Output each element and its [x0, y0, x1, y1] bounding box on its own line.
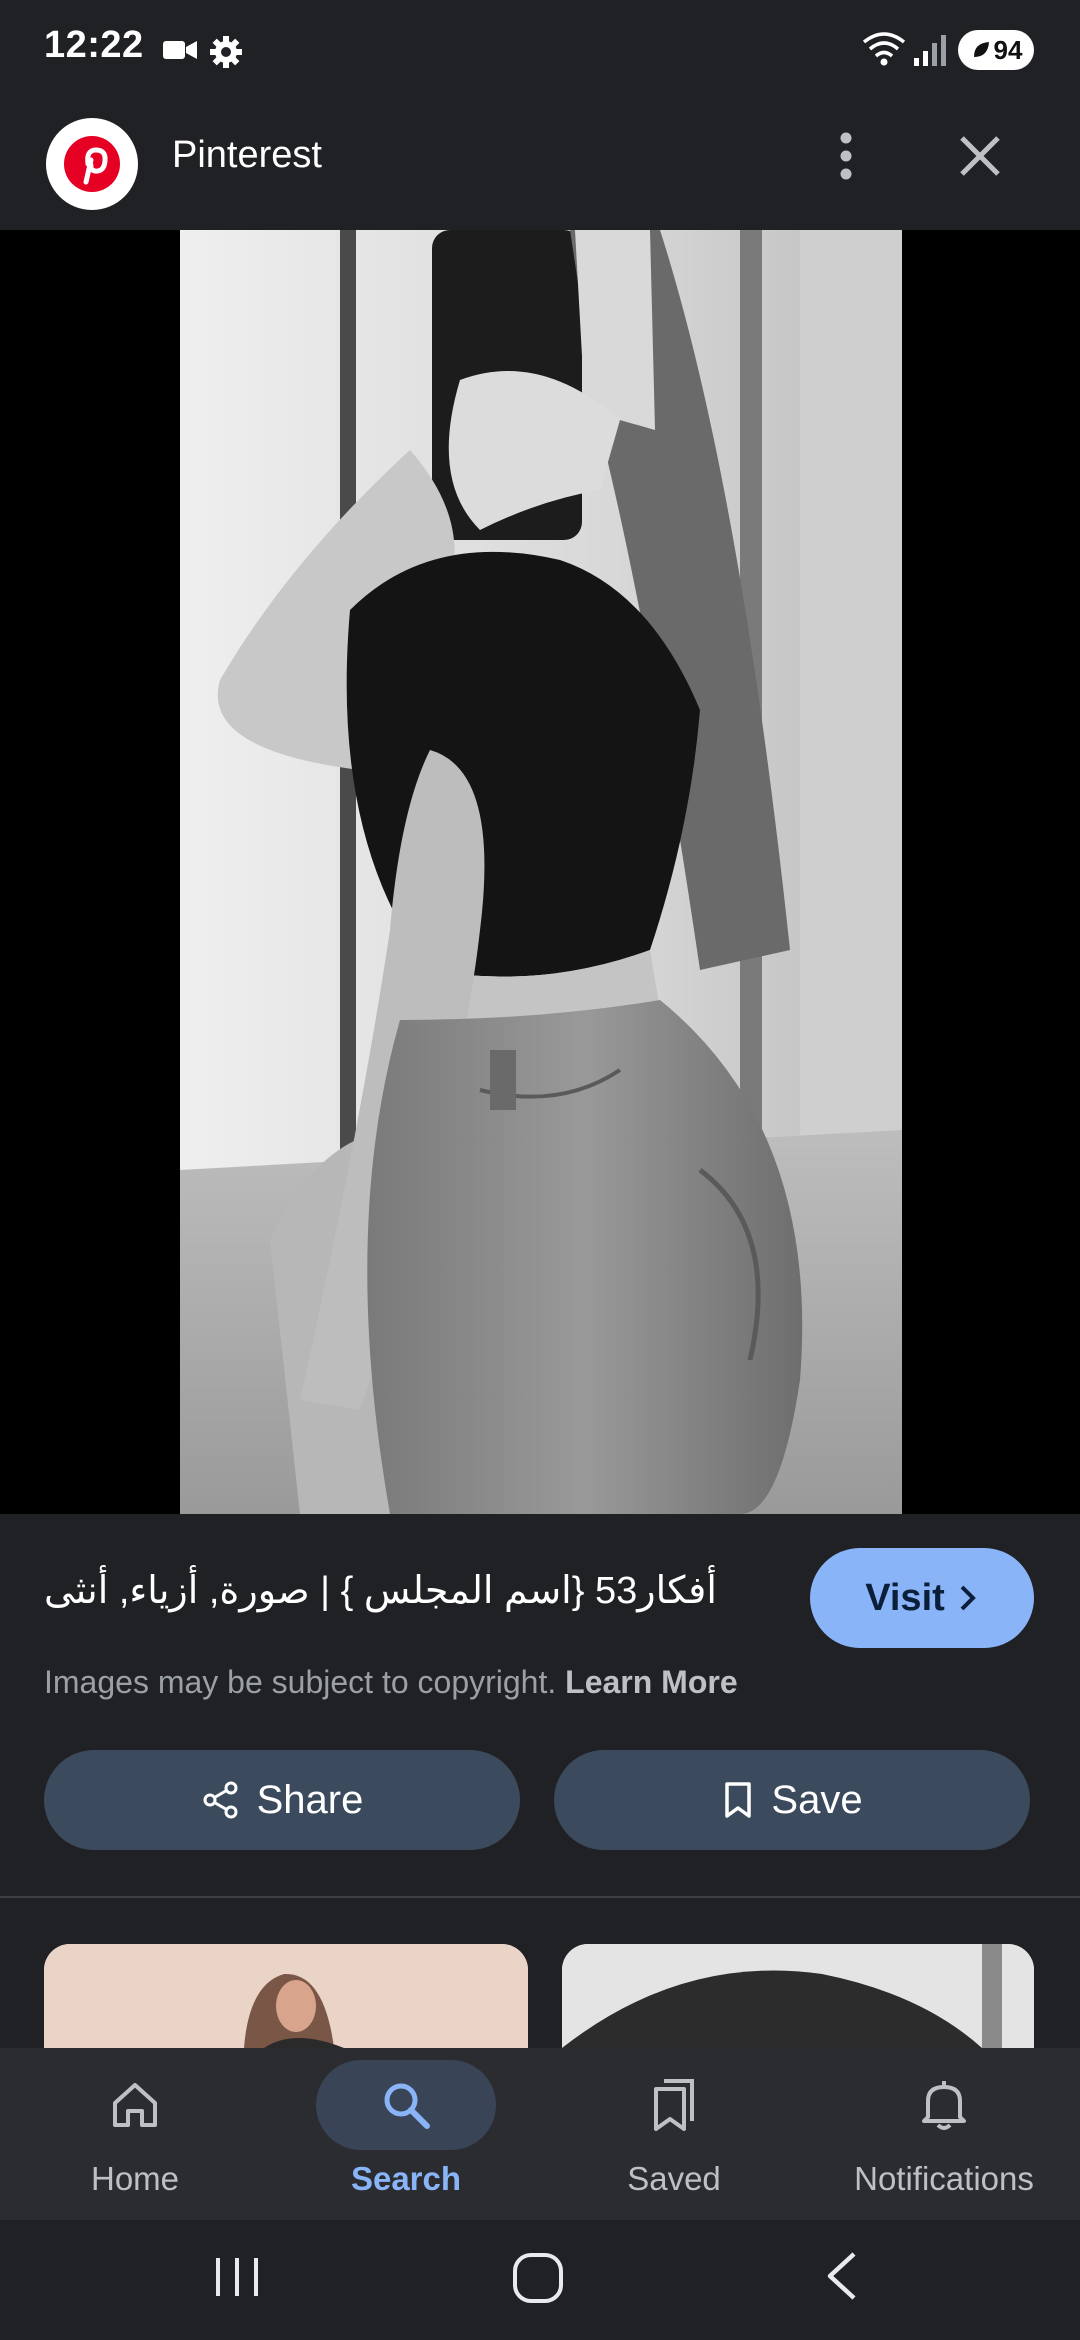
related-result-thumbnail[interactable] — [44, 1944, 528, 2048]
related-result-thumbnail[interactable] — [562, 1944, 1034, 2048]
divider — [0, 1896, 1080, 1898]
status-time: 12:22 — [44, 24, 144, 66]
visit-button[interactable]: Visit — [810, 1548, 1034, 1648]
recents-icon[interactable] — [210, 2254, 264, 2300]
nav-saved[interactable]: Saved — [564, 2060, 784, 2220]
signal-icon — [914, 35, 946, 66]
settings-icon — [210, 36, 242, 68]
system-home-icon[interactable] — [510, 2250, 566, 2306]
bell-icon — [922, 2081, 966, 2130]
nav-home-label: Home — [90, 2160, 180, 2197]
result-title[interactable]: أفكار53 {اسم المجلس } | صورة, أزياء, أنث… — [44, 1568, 764, 1613]
pinterest-logo-icon[interactable] — [46, 118, 138, 210]
bookmark-icon — [725, 1782, 752, 1818]
nav-notifications-icon-container — [854, 2060, 1034, 2150]
share-button[interactable]: Share — [44, 1750, 520, 1850]
nav-search-label: Search — [350, 2160, 462, 2197]
save-button[interactable]: Save — [554, 1750, 1030, 1850]
saved-icon — [654, 2079, 694, 2131]
video-icon — [163, 41, 197, 59]
share-icon — [203, 1781, 238, 1819]
nav-home[interactable]: Home — [25, 2060, 245, 2220]
share-label: Share — [256, 1777, 364, 1822]
related-image — [562, 1944, 1034, 2048]
close-icon[interactable] — [950, 126, 1010, 186]
related-image — [44, 1944, 528, 2048]
app-header — [0, 86, 1080, 230]
learn-more-link[interactable]: Learn More — [565, 1664, 737, 1700]
nav-notifications-label: Notifications — [854, 2160, 1034, 2197]
nav-search[interactable]: Search — [296, 2060, 516, 2220]
wifi-icon — [862, 32, 906, 66]
more-vert-icon[interactable] — [818, 126, 874, 186]
nav-saved-label: Saved — [627, 2160, 721, 2197]
search-icon — [384, 2083, 430, 2129]
copyright-notice: Images may be subject to copyright. Lear… — [44, 1664, 738, 1701]
battery-indicator: 94 — [958, 30, 1034, 70]
nav-saved-icon-container — [584, 2060, 764, 2150]
visit-label: Visit — [865, 1576, 945, 1619]
nav-home-icon-container — [45, 2060, 225, 2150]
save-label: Save — [771, 1777, 863, 1822]
copyright-text: Images may be subject to copyright. — [44, 1664, 557, 1700]
pinterest-p-icon — [64, 136, 120, 192]
home-icon — [113, 2083, 157, 2127]
back-icon[interactable] — [818, 2248, 868, 2304]
battery-saver-icon — [973, 42, 989, 57]
nav-search-icon-container — [316, 2060, 496, 2150]
pin-image[interactable] — [180, 230, 902, 1514]
chevron-right-icon — [960, 1585, 976, 1611]
source-name[interactable]: Pinterest — [172, 134, 322, 177]
battery-level: 94 — [993, 34, 1023, 65]
nav-notifications[interactable]: Notifications — [834, 2060, 1054, 2220]
image-viewer[interactable] — [0, 230, 1080, 1514]
